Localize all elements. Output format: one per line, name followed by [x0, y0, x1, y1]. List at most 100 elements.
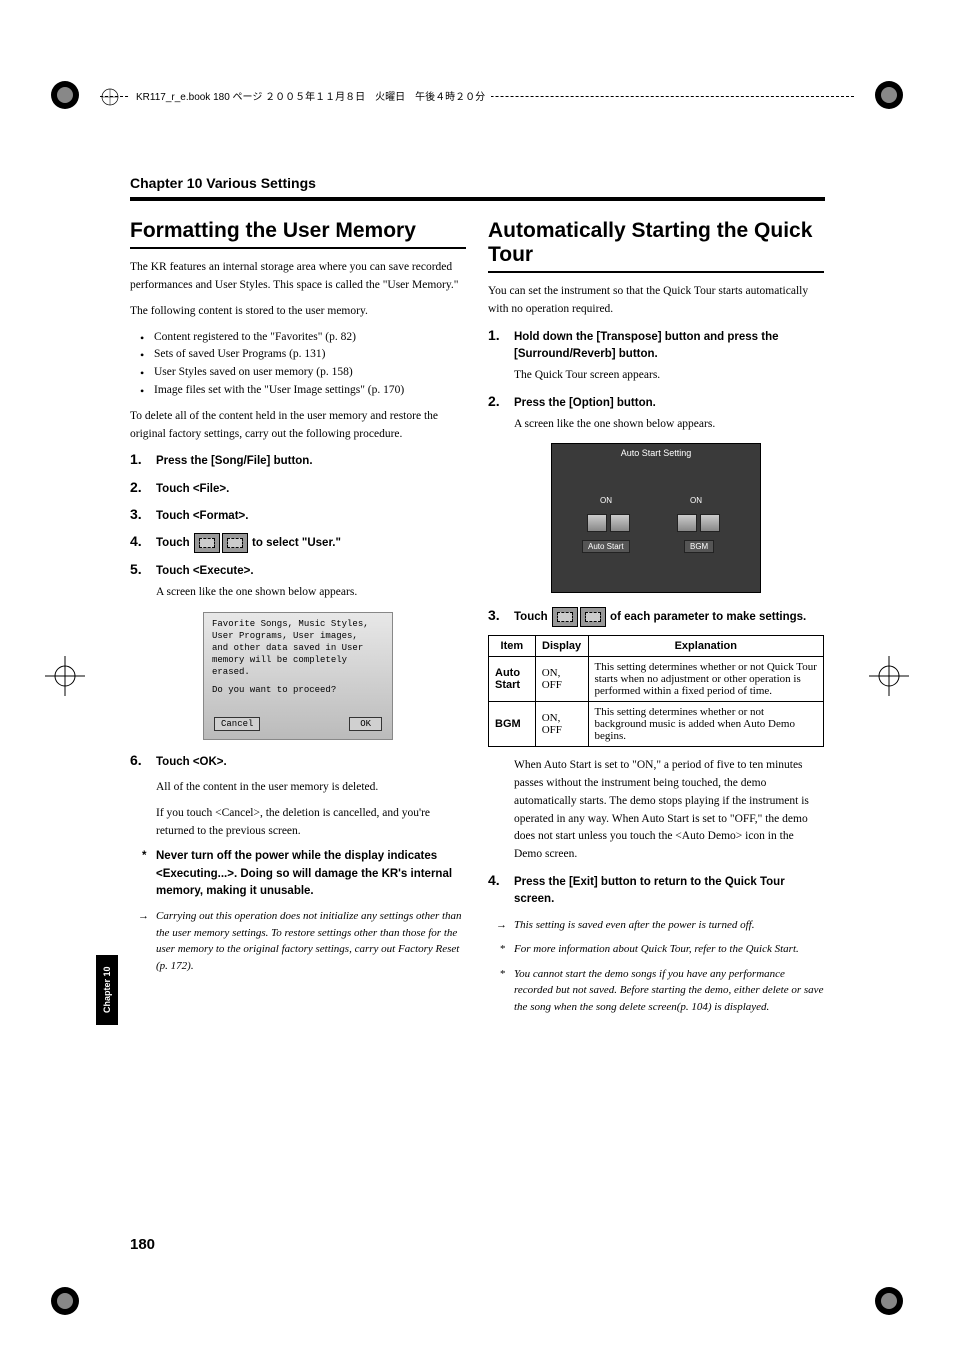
step-number: 3.	[130, 506, 148, 522]
step-2: 2. Press the [Option] button. A screen l…	[488, 393, 824, 434]
ss-line: Favorite Songs, Music Styles,	[212, 619, 369, 629]
step-1: 1. Press the [Song/File] button.	[130, 451, 466, 470]
step-text-main: Touch <Execute>.	[156, 565, 254, 577]
step-text: Press the [Option] button. A screen like…	[514, 395, 824, 434]
crop-mark-icon	[869, 656, 909, 696]
step-text-post: to select "User."	[252, 537, 341, 549]
step-number: 1.	[130, 451, 148, 467]
body-text: All of the content in the user memory is…	[156, 779, 466, 797]
crop-mark-icon	[869, 75, 909, 115]
crop-mark-icon	[869, 1281, 909, 1321]
table-cell: This setting determines whether or not Q…	[588, 657, 823, 702]
step-number: 1.	[488, 327, 506, 343]
body-text: The KR features an internal storage area…	[130, 259, 466, 295]
warning-note: Never turn off the power while the displ…	[156, 848, 466, 900]
step-number: 2.	[130, 479, 148, 495]
step-4: 4. Touch to select "User."	[130, 533, 466, 553]
step-text-pre: Touch	[514, 611, 551, 623]
step-text: Touch of each parameter to make settings…	[514, 607, 824, 627]
step-text-main: Press the [Option] button.	[514, 397, 656, 409]
cancel-button: Cancel	[214, 717, 260, 731]
table-header: Explanation	[588, 636, 823, 657]
step-6: 6. Touch <OK>.	[130, 752, 466, 771]
parameters-table: Item Display Explanation Auto Start ON, …	[488, 635, 824, 747]
list-item: User Styles saved on user memory (p. 158…	[144, 364, 466, 382]
right-column: Automatically Starting the Quick Tour Yo…	[488, 219, 824, 1023]
arrow-up-icon	[552, 607, 578, 627]
star-note: You cannot start the demo songs if you h…	[514, 966, 824, 1016]
step-text-main: Hold down the [Transpose] button and pre…	[514, 331, 779, 360]
list-item: Image files set with the "User Image set…	[144, 382, 466, 400]
ss-line: Do you want to proceed?	[212, 685, 336, 695]
step-2: 2. Touch <File>.	[130, 479, 466, 498]
step-number: 4.	[488, 872, 506, 888]
crop-mark-icon	[45, 656, 85, 696]
arrow-down-icon	[580, 607, 606, 627]
step-text-after: A screen like the one shown below appear…	[156, 584, 466, 601]
ss-line: User Programs, User images,	[212, 631, 358, 641]
list-item: Sets of saved User Programs (p. 131)	[144, 346, 466, 364]
ss-caption: Auto Start	[582, 540, 630, 553]
step-text-pre: Touch	[156, 537, 193, 549]
body-text: The following content is stored to the u…	[130, 303, 466, 321]
step-text: Hold down the [Transpose] button and pre…	[514, 329, 824, 385]
body-text: You can set the instrument so that the Q…	[488, 283, 824, 319]
step-number: 6.	[130, 752, 148, 768]
bullet-list: Content registered to the "Favorites" (p…	[130, 329, 466, 400]
table-header: Display	[535, 636, 588, 657]
table-row: BGM ON, OFF This setting determines whet…	[489, 702, 824, 747]
arrow-down-icon	[587, 514, 607, 532]
step-text: Touch <OK>.	[156, 754, 466, 771]
table-cell: BGM	[489, 702, 536, 747]
star-note: For more information about Quick Tour, r…	[514, 941, 824, 958]
book-icon	[100, 87, 120, 107]
step-3: 3. Touch of each parameter to make setti…	[488, 607, 824, 627]
ss-caption: BGM	[684, 540, 714, 553]
body-text: To delete all of the content held in the…	[130, 408, 466, 444]
ss-title: Auto Start Setting	[552, 448, 760, 458]
print-header: KR117_r_e.book 180 ページ ２００５年１１月８日 火曜日 午後…	[100, 96, 854, 97]
page-number: 180	[130, 1236, 155, 1253]
table-cell: ON, OFF	[535, 702, 588, 747]
side-tab: Chapter 10	[96, 955, 118, 1025]
confirm-dialog-screenshot: Favorite Songs, Music Styles, User Progr…	[203, 612, 393, 740]
arrow-left-icon	[194, 533, 220, 553]
ss-line: and other data saved in User	[212, 643, 363, 653]
chapter-rule	[130, 197, 825, 201]
header-running-text: KR117_r_e.book 180 ページ ２００５年１１月８日 火曜日 午後…	[130, 88, 491, 103]
ok-button: OK	[349, 717, 382, 731]
step-text: Press the [Exit] button to return to the…	[514, 874, 824, 909]
table-row: Auto Start ON, OFF This setting determin…	[489, 657, 824, 702]
section-title-formatting: Formatting the User Memory	[130, 219, 466, 249]
table-cell: This setting determines whether or not b…	[588, 702, 823, 747]
left-column: Formatting the User Memory The KR featur…	[130, 219, 466, 1023]
step-text: Touch <Format>.	[156, 508, 466, 525]
ss-line: memory will be completely	[212, 655, 347, 665]
arrow-note: This setting is saved even after the pow…	[514, 917, 824, 934]
step-text: Touch to select "User."	[156, 533, 466, 553]
step-3: 3. Touch <Format>.	[130, 506, 466, 525]
arrow-up-icon	[700, 514, 720, 532]
step-text: Touch <File>.	[156, 481, 466, 498]
section-title-quicktour: Automatically Starting the Quick Tour	[488, 219, 824, 273]
step-number: 3.	[488, 607, 506, 623]
step-1: 1. Hold down the [Transpose] button and …	[488, 327, 824, 385]
step-number: 2.	[488, 393, 506, 409]
body-text: When Auto Start is set to "ON," a period…	[514, 757, 824, 864]
arrow-up-icon	[610, 514, 630, 532]
arrow-down-icon	[677, 514, 697, 532]
ss-line: erased.	[212, 667, 250, 677]
step-text-after: The Quick Tour screen appears.	[514, 367, 824, 384]
chapter-title: Chapter 10 Various Settings	[130, 175, 825, 191]
step-5: 5. Touch <Execute>. A screen like the on…	[130, 561, 466, 602]
step-text: Press the [Song/File] button.	[156, 453, 466, 470]
step-text-post: of each parameter to make settings.	[610, 611, 806, 623]
step-4: 4. Press the [Exit] button to return to …	[488, 872, 824, 909]
body-text: If you touch <Cancel>, the deletion is c…	[156, 805, 466, 841]
auto-start-screenshot: Auto Start Setting ON ON Auto Start BGM	[551, 443, 761, 593]
step-number: 4.	[130, 533, 148, 549]
arrow-note: Carrying out this operation does not ini…	[156, 908, 466, 974]
ss-on-label: ON	[600, 496, 612, 505]
table-header: Item	[489, 636, 536, 657]
crop-mark-icon	[45, 1281, 85, 1321]
